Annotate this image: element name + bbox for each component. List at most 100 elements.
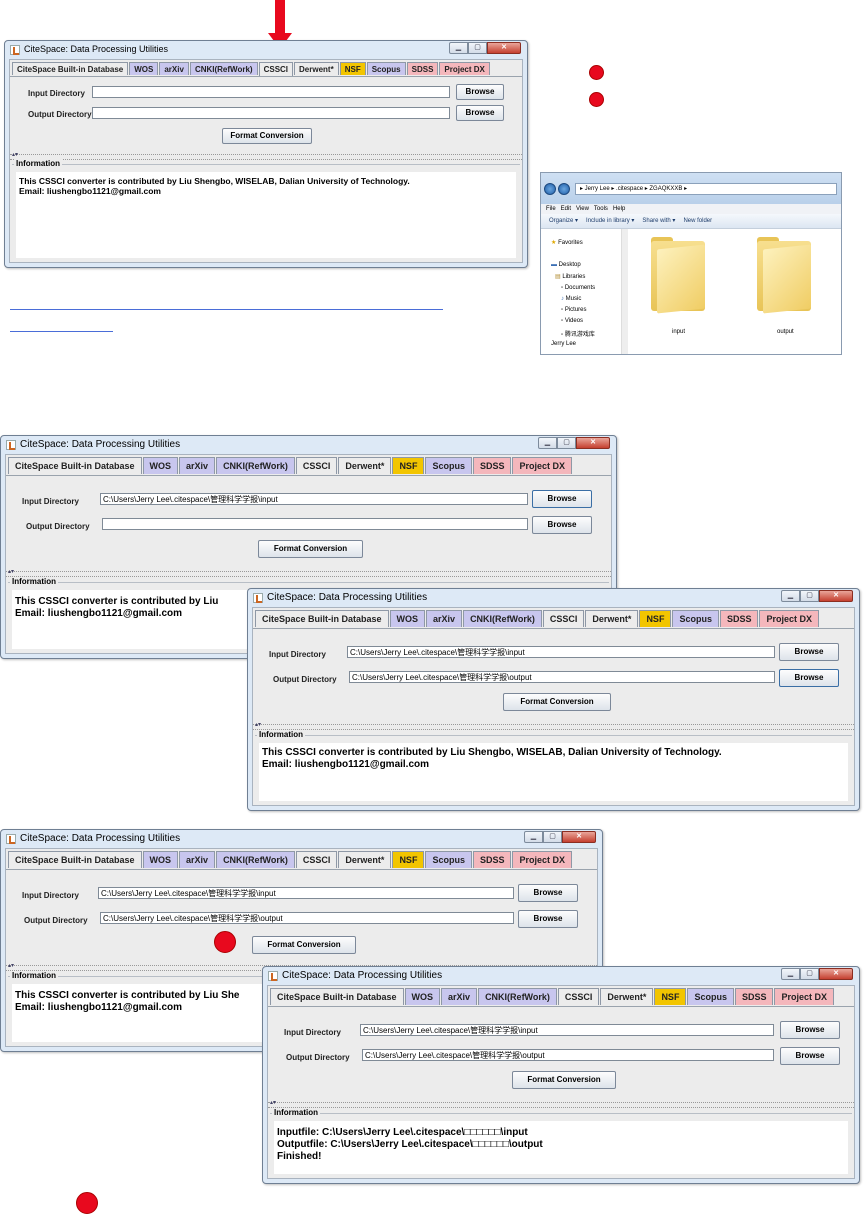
nav-music[interactable]: ♪ Music <box>561 296 581 302</box>
output-directory-field[interactable]: C:\Users\Jerry Lee\.citespace\管理科学学报\out… <box>362 1049 774 1061</box>
tab-citespace-built-in-database[interactable]: CiteSpace Built-in Database <box>8 457 142 474</box>
maximize-button[interactable]: ▢ <box>800 968 819 980</box>
tab-sdss[interactable]: SDSS <box>472 457 512 474</box>
tab-arxiv[interactable]: arXiv <box>179 457 216 474</box>
maximize-button[interactable]: ▢ <box>468 42 487 54</box>
tab-wos[interactable]: WOS <box>404 988 441 1005</box>
splitter[interactable]: ▴▾ <box>253 722 854 730</box>
tab-cssci[interactable]: CSSCI <box>557 988 600 1005</box>
output-browse-button[interactable]: Browse <box>532 516 592 534</box>
format-conversion-button[interactable]: Format Conversion <box>222 128 312 144</box>
tab-project-dx[interactable]: Project DX <box>774 988 834 1005</box>
output-folder-icon[interactable] <box>757 237 811 314</box>
format-conversion-button[interactable]: Format Conversion <box>252 936 356 954</box>
tab-cnki-refwork[interactable]: CNKI(RefWork) <box>216 457 295 474</box>
minimize-button[interactable]: ▁ <box>524 831 543 843</box>
tab-sdss[interactable]: SDSS <box>734 988 774 1005</box>
input-directory-field[interactable]: C:\Users\Jerry Lee\.citespace\管理科学学报\inp… <box>347 646 775 658</box>
tab-derwent[interactable]: Derwent* <box>338 457 392 474</box>
tab-derwent[interactable]: Derwent* <box>338 851 392 868</box>
tab-sdss[interactable]: SDSS <box>472 851 512 868</box>
menu-file[interactable]: File <box>546 204 556 214</box>
minimize-button[interactable]: ▁ <box>538 437 557 449</box>
tab-cnki-refwork[interactable]: CNKI(RefWork) <box>463 610 542 627</box>
maximize-button[interactable]: ▢ <box>800 590 819 602</box>
output-directory-field[interactable] <box>92 107 450 119</box>
link-underline[interactable] <box>10 309 443 310</box>
nav-libraries[interactable]: ▤ Libraries <box>555 273 585 280</box>
tab-nsf[interactable]: NSF <box>639 610 672 627</box>
input-folder-icon[interactable] <box>651 237 705 314</box>
minimize-button[interactable]: ▁ <box>781 968 800 980</box>
nav-jerry-lee[interactable]: Jerry Lee <box>551 341 576 347</box>
tab-cnki-refwork[interactable]: CNKI(RefWork) <box>478 988 557 1005</box>
new-folder-button[interactable]: New folder <box>683 214 712 228</box>
input-directory-field[interactable]: C:\Users\Jerry Lee\.citespace\管理科学学报\inp… <box>100 493 528 505</box>
output-directory-field[interactable] <box>102 518 528 530</box>
close-button[interactable]: ✕ <box>562 831 596 843</box>
input-directory-field[interactable] <box>92 86 450 98</box>
nav-pictures[interactable]: ▫ Pictures <box>561 307 587 313</box>
tab-scopus[interactable]: Scopus <box>672 610 719 627</box>
tab-derwent[interactable]: Derwent* <box>294 62 339 75</box>
forward-icon[interactable] <box>558 183 570 195</box>
nav-documents[interactable]: ▫ Documents <box>561 285 595 291</box>
address-bar[interactable]: ▸ Jerry Lee ▸ .citespace ▸ ZGAQKXXB ▸ <box>575 183 837 195</box>
format-conversion-button[interactable]: Format Conversion <box>503 693 611 711</box>
tab-cssci[interactable]: CSSCI <box>542 610 585 627</box>
tab-wos[interactable]: WOS <box>129 62 159 75</box>
input-directory-field[interactable]: C:\Users\Jerry Lee\.citespace\管理科学学报\inp… <box>360 1024 774 1036</box>
format-conversion-button[interactable]: Format Conversion <box>512 1071 616 1089</box>
tab-cssci[interactable]: CSSCI <box>295 851 338 868</box>
tab-arxiv[interactable]: arXiv <box>441 988 478 1005</box>
tab-citespace-built-in-database[interactable]: CiteSpace Built-in Database <box>12 62 129 75</box>
tab-nsf[interactable]: NSF <box>339 62 366 75</box>
close-button[interactable]: ✕ <box>819 968 853 980</box>
input-directory-field[interactable]: C:\Users\Jerry Lee\.citespace\管理科学学报\inp… <box>98 887 514 899</box>
tab-cnki-refwork[interactable]: CNKI(RefWork) <box>189 62 258 75</box>
tab-scopus[interactable]: Scopus <box>425 851 472 868</box>
input-browse-button[interactable]: Browse <box>779 643 839 661</box>
splitter[interactable]: ▴▾ <box>268 1100 854 1108</box>
menu-edit[interactable]: Edit <box>561 204 571 214</box>
tab-derwent[interactable]: Derwent* <box>600 988 654 1005</box>
output-browse-button[interactable]: Browse <box>456 105 504 121</box>
nav-desktop[interactable]: ▬ Desktop <box>551 262 581 268</box>
tab-wos[interactable]: WOS <box>142 851 179 868</box>
tab-scopus[interactable]: Scopus <box>687 988 734 1005</box>
menu-view[interactable]: View <box>576 204 589 214</box>
output-browse-button[interactable]: Browse <box>780 1047 840 1065</box>
output-browse-button[interactable]: Browse <box>779 669 839 687</box>
tab-nsf[interactable]: NSF <box>392 457 425 474</box>
tab-arxiv[interactable]: arXiv <box>426 610 463 627</box>
minimize-button[interactable]: ▁ <box>449 42 468 54</box>
nav-game-library[interactable]: ▫ 腾讯游戏库 <box>561 329 595 338</box>
tab-scopus[interactable]: Scopus <box>425 457 472 474</box>
close-button[interactable]: ✕ <box>576 437 610 449</box>
tab-nsf[interactable]: NSF <box>654 988 687 1005</box>
nav-favorites[interactable]: ★ Favorites <box>551 239 583 246</box>
tab-sdss[interactable]: SDSS <box>406 62 439 75</box>
tab-project-dx[interactable]: Project DX <box>439 62 490 75</box>
tab-sdss[interactable]: SDSS <box>719 610 759 627</box>
tab-citespace-built-in-database[interactable]: CiteSpace Built-in Database <box>255 610 389 627</box>
tab-arxiv[interactable]: arXiv <box>159 62 189 75</box>
input-browse-button[interactable]: Browse <box>532 490 592 508</box>
tab-project-dx[interactable]: Project DX <box>512 457 572 474</box>
tab-scopus[interactable]: Scopus <box>366 62 406 75</box>
back-icon[interactable] <box>544 183 556 195</box>
tab-arxiv[interactable]: arXiv <box>179 851 216 868</box>
tab-citespace-built-in-database[interactable]: CiteSpace Built-in Database <box>270 988 404 1005</box>
maximize-button[interactable]: ▢ <box>557 437 576 449</box>
input-browse-button[interactable]: Browse <box>456 84 504 100</box>
nav-videos[interactable]: ▫ Videos <box>561 318 583 324</box>
menu-help[interactable]: Help <box>613 204 625 214</box>
include-library-button[interactable]: Include in library ▾ <box>586 214 634 228</box>
maximize-button[interactable]: ▢ <box>543 831 562 843</box>
minimize-button[interactable]: ▁ <box>781 590 800 602</box>
tab-derwent[interactable]: Derwent* <box>585 610 639 627</box>
menu-tools[interactable]: Tools <box>594 204 608 214</box>
organize-button[interactable]: Organize ▾ <box>549 214 578 228</box>
close-button[interactable]: ✕ <box>819 590 853 602</box>
input-browse-button[interactable]: Browse <box>780 1021 840 1039</box>
